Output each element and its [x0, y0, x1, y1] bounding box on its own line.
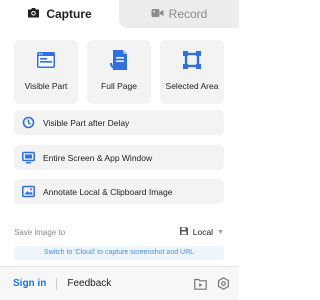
tab-record-label: Record	[168, 7, 208, 21]
full-page-button[interactable]: Full Page	[87, 40, 151, 104]
folder-play-icon[interactable]	[194, 277, 207, 290]
entire-screen-button[interactable]: Entire Screen & App Window	[14, 145, 224, 170]
sign-in-link[interactable]: Sign in	[13, 278, 46, 289]
capture-mode-buttons: Visible Part Full Page Selected Area	[14, 40, 224, 104]
tab-capture[interactable]: Capture	[0, 0, 119, 28]
visible-part-delay-label: Visible Part after Delay	[43, 117, 130, 128]
timer-icon	[22, 116, 35, 129]
image-edit-icon	[22, 185, 35, 198]
monitor-icon	[22, 151, 35, 164]
camera-icon	[27, 7, 40, 21]
scroll-page-icon	[108, 49, 130, 71]
annotate-image-button[interactable]: Annotate Local & Clipboard Image	[14, 179, 224, 204]
browser-window-icon	[35, 49, 57, 71]
full-page-label: Full Page	[101, 81, 137, 91]
visible-part-button[interactable]: Visible Part	[14, 40, 78, 104]
entire-screen-label: Entire Screen & App Window	[43, 152, 153, 163]
feedback-link[interactable]: Feedback	[67, 278, 111, 289]
tab-capture-label: Capture	[46, 7, 92, 21]
save-destination-value: Local	[192, 227, 214, 237]
settings-icon[interactable]	[217, 277, 230, 290]
visible-part-label: Visible Part	[24, 81, 68, 91]
floppy-disk-icon	[179, 226, 189, 238]
cloud-hint-banner[interactable]: Switch to 'Cloud' to capture screenshot …	[14, 246, 224, 260]
footer-bar: Sign in Feedback	[0, 266, 239, 300]
cloud-hint-text: Switch to 'Cloud' to capture screenshot …	[43, 249, 195, 256]
annotate-image-label: Annotate Local & Clipboard Image	[43, 186, 173, 197]
save-destination-row: Save image to Local ▼	[14, 225, 224, 239]
footer-divider	[56, 277, 58, 290]
selected-area-label: Selected Area	[165, 81, 219, 91]
save-image-label: Save image to	[14, 227, 66, 237]
mode-tabs: Capture Record	[0, 0, 239, 28]
capture-panel: Visible Part Full Page Selected Area Vis…	[0, 28, 239, 265]
visible-part-delay-button[interactable]: Visible Part after Delay	[14, 110, 224, 135]
footer-icons	[194, 277, 230, 290]
crop-area-icon	[181, 49, 203, 71]
save-destination-select[interactable]: Local ▼	[179, 226, 224, 238]
tab-record[interactable]: Record	[119, 0, 239, 28]
video-camera-icon	[151, 7, 164, 21]
selected-area-button[interactable]: Selected Area	[160, 40, 224, 104]
chevron-down-icon: ▼	[217, 228, 224, 236]
